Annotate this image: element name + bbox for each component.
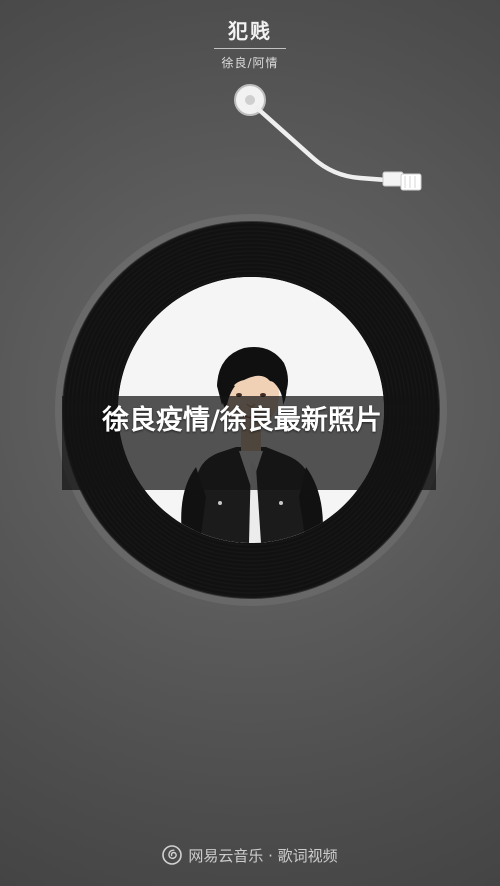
headline-text: 徐良疫情/徐良最新照片 xyxy=(102,405,382,436)
song-header: 犯贱 徐良/阿情 xyxy=(0,18,500,71)
artist-line: 徐良/阿情 xyxy=(221,56,279,70)
footer-brand: 网易云音乐 · 歌词视频 xyxy=(0,843,500,867)
song-title: 犯贱 xyxy=(214,18,286,49)
footer-text: 网易云音乐 · 歌词视频 xyxy=(188,846,338,865)
netease-cloud-music-logo-icon xyxy=(162,845,183,865)
